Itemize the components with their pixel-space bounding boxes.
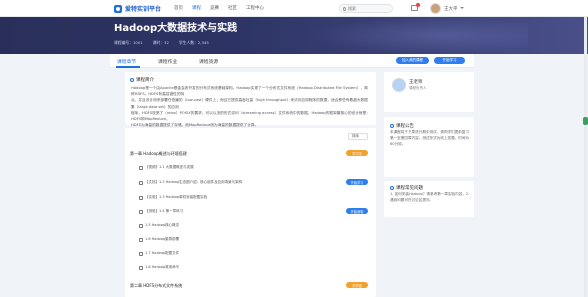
lesson-title: 1.5 Hadoop核心概念 [145, 223, 180, 227]
user-name[interactable]: 王大平 [444, 6, 458, 12]
course-meta: 课程编号：1001 课时：32 学生人数：2,345 [114, 40, 209, 46]
course-hours: 课时：32 [152, 40, 169, 45]
course-banner [0, 17, 588, 54]
notification-dot [416, 3, 420, 7]
notice-text: 本课程将于下周进行期中测试，请同学们提前复习第一至第四章内容。测试形式为线上答题… [390, 130, 470, 146]
intro-body: Hadoop是一个由Apache基金会所开发的分布式系统基础架构。Hadoop实… [131, 85, 371, 128]
intro-line: 程序。HDFS放宽了（relax）POSIX的要求，可以以流的形式访问（stre… [131, 110, 370, 122]
nav-link-contests[interactable]: 竞赛 [210, 5, 219, 11]
faq-text: 1. 如何安装Hadoop？请参考第一章实验内容。2. 遇到问题可在讨论区提问。 [390, 192, 470, 202]
scrollbar-track[interactable] [584, 17, 587, 297]
lesson-title: 【视频】1.1 大数据概述与发展 [145, 165, 194, 169]
document-icon [139, 180, 143, 185]
notice-heading: 课程公告 [390, 123, 414, 129]
course-code: 课程编号：1001 [114, 40, 143, 45]
intro-heading: 课程简介 [130, 77, 154, 83]
lesson-title: 【测验】1.4 第一章练习 [145, 209, 184, 213]
lesson-item[interactable]: 【视频】1.1 大数据概述与发展 [139, 165, 194, 170]
lesson-icon [139, 265, 143, 270]
join-course-button[interactable]: 加入我的课程 [396, 57, 429, 64]
quiz-icon [139, 209, 143, 214]
chapter-title[interactable]: 第二章 HDFS分布式文件系统 [130, 283, 182, 289]
lesson-item[interactable]: 【测验】1.4 第一章练习 [139, 209, 183, 214]
start-quiz-button[interactable]: 开始测验 [346, 208, 368, 214]
teacher-name[interactable]: 王老师 [409, 79, 423, 85]
chevron-down-icon[interactable] [460, 7, 464, 9]
lesson-title: 1.7 Hadoop配置文件 [145, 251, 180, 255]
info-icon [130, 78, 134, 82]
teacher-role: 课程负责人 [409, 86, 427, 90]
search-icon[interactable] [343, 6, 346, 11]
video-icon [139, 165, 143, 170]
start-lesson-button[interactable]: 开始学习 [346, 179, 368, 185]
faq-heading-text: 课程常见问题 [396, 186, 423, 191]
search-input[interactable] [348, 6, 392, 11]
top-navbar: 爱特实训平台 首页 课程 竞赛 社区 工程中心 王大平 [0, 0, 588, 17]
chapter-status-badge: 学习中 [346, 150, 368, 156]
nav-link-home[interactable]: 首页 [174, 5, 183, 11]
chapter-status-badge: 未开始 [346, 282, 368, 288]
active-tab-indicator [116, 66, 140, 68]
lesson-item[interactable]: 1.6 Hadoop集群部署 [139, 237, 179, 242]
intro-heading-text: 课程简介 [136, 78, 154, 83]
intro-line: Hadoop是一个由Apache基金会所开发的分布式系统基础架构。Hadoop实… [131, 86, 368, 97]
lesson-item[interactable]: 1.5 Hadoop核心概念 [139, 223, 179, 228]
tab-resources[interactable]: 课程资源 [199, 58, 218, 65]
lesson-item[interactable]: 【文档】1.2 Hadoop生态圈介绍：核心组件及应用场景与架构 [139, 180, 242, 185]
megaphone-icon [390, 124, 394, 128]
notice-heading-text: 课程公告 [396, 124, 414, 129]
tab-homework[interactable]: 课程作业 [158, 58, 177, 65]
lesson-item[interactable]: 1.8 Hadoop常用命令 [139, 265, 179, 270]
chapter-title[interactable]: 第一章 Hadoop概述与环境搭建 [130, 151, 187, 157]
lesson-icon [139, 251, 143, 256]
lesson-title: 1.6 Hadoop集群部署 [145, 237, 180, 241]
main-nav: 首页 课程 竞赛 社区 工程中心 [174, 5, 264, 11]
search-box [339, 4, 393, 13]
logo-text: 爱特实训平台 [125, 6, 162, 13]
lesson-icon [139, 223, 143, 228]
site-logo[interactable]: 爱特实训平台 [114, 3, 161, 14]
lesson-title: 1.8 Hadoop常用命令 [145, 265, 180, 269]
sort-select[interactable]: 排序 [348, 133, 368, 140]
sort-label: 排序 [352, 134, 359, 138]
tab-chapters[interactable]: 课程章节 [117, 58, 136, 65]
lesson-title: 【文档】1.2 Hadoop生态圈介绍：核心组件及应用场景与架构 [145, 180, 243, 184]
lesson-icon [139, 237, 143, 242]
lesson-item[interactable]: 1.7 Hadoop配置文件 [139, 251, 179, 256]
nav-link-engineering[interactable]: 工程中心 [246, 5, 264, 11]
lesson-title: 【实验】1.3 Hadoop单机安装配置实验 [145, 195, 208, 199]
nav-link-courses[interactable]: 课程 [192, 5, 201, 11]
question-icon [390, 186, 394, 190]
lesson-item[interactable]: 【实验】1.3 Hadoop单机安装配置实验 [139, 195, 207, 200]
nav-link-community[interactable]: 社区 [228, 5, 237, 11]
student-count: 学生人数：2,345 [178, 40, 209, 45]
experiment-icon [139, 195, 143, 200]
course-title: Hadoop大数据技术与实践 [114, 23, 238, 34]
user-avatar[interactable] [430, 3, 441, 14]
teacher-avatar[interactable] [392, 78, 406, 92]
logo-icon [114, 4, 122, 13]
faq-heading: 课程常见问题 [390, 185, 423, 191]
intro-line: 点，并且设计用来部署在低廉的（low-cost）硬件上；而且它提供高吞吐量（hi… [131, 98, 368, 109]
start-learning-button[interactable]: 开始学习 [434, 57, 465, 64]
scroll-handle[interactable] [583, 117, 588, 125]
